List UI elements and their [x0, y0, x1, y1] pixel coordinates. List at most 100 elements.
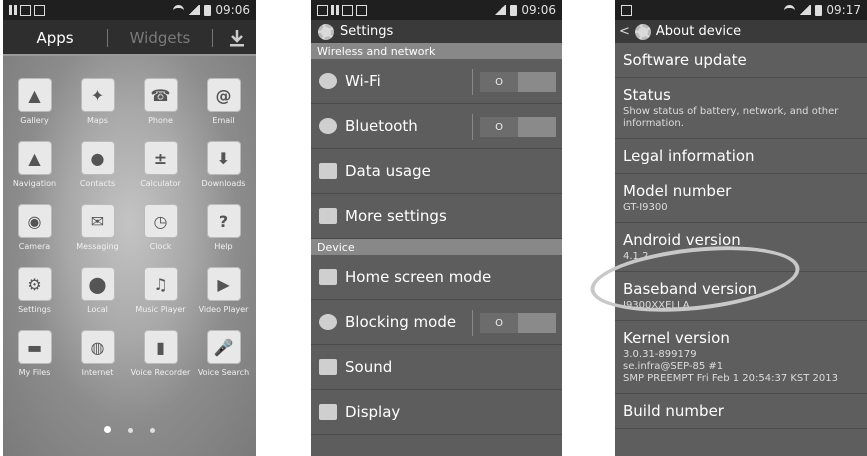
settings-item-more-settings[interactable]: More settings: [311, 194, 562, 239]
about-item-title: Status: [623, 86, 671, 104]
app-camera[interactable]: ◉ Camera: [3, 204, 66, 251]
app-gallery[interactable]: ▲ Gallery: [3, 78, 66, 125]
settings-item-label: Display: [345, 403, 401, 421]
sound-icon: [319, 359, 337, 375]
app-label: Settings: [18, 305, 51, 314]
app-label: Maps: [86, 116, 109, 125]
tab-apps[interactable]: Apps: [3, 29, 107, 47]
app-label: Music Player: [135, 305, 186, 314]
app-phone[interactable]: ☎ Phone: [129, 78, 192, 125]
app-navigation[interactable]: ▲ Navigation: [3, 141, 66, 188]
app-label: Downloads: [201, 179, 246, 188]
page-title: About device: [655, 24, 742, 39]
app-voice-recorder[interactable]: ▮ Voice Recorder: [129, 330, 192, 377]
bluetooth-icon: [319, 118, 337, 134]
camera-icon: ◉: [17, 204, 52, 238]
voice-search-icon: 🎤: [206, 330, 241, 364]
section-wireless: Wireless and network: [311, 43, 562, 59]
app-messaging[interactable]: ✉ Messaging: [66, 204, 129, 251]
settings-item-data-usage[interactable]: Data usage: [311, 149, 562, 194]
app-settings[interactable]: ⚙ Settings: [3, 267, 66, 314]
signal-icon: [494, 5, 507, 15]
wifi-toggle[interactable]: O: [472, 69, 556, 95]
settings-item-home-screen-mode[interactable]: Home screen mode: [311, 255, 562, 300]
app-music-player[interactable]: ♫ Music Player: [129, 267, 192, 314]
app-label: Navigation: [12, 179, 57, 188]
pause-icon: [331, 5, 339, 15]
signal-icon: [799, 5, 812, 15]
app-clock[interactable]: ◷ Clock: [129, 204, 192, 251]
app-help[interactable]: ? Help: [192, 204, 255, 251]
settings-item-display[interactable]: Display: [311, 390, 562, 435]
about-device-screen: 09:17 < About device Software update Stat…: [615, 0, 867, 456]
back-chevron-icon[interactable]: <: [619, 24, 630, 39]
screenshot-icon: [621, 4, 632, 16]
tab-widgets[interactable]: Widgets: [108, 29, 212, 47]
settings-item-blocking-mode[interactable]: Blocking mode O: [311, 300, 562, 345]
app-label: Internet: [81, 368, 114, 377]
app-email[interactable]: @ Email: [192, 78, 255, 125]
app-video-player[interactable]: ▶ Video Player: [192, 267, 255, 314]
app-label: Contacts: [79, 179, 116, 188]
bluetooth-toggle[interactable]: O: [472, 114, 556, 140]
app-label: Clock: [149, 242, 172, 251]
app-grid-background: ▲ Gallery ✦ Maps ☎ Phone @ Email ▲ Navigation ● Con…: [3, 56, 256, 456]
app-label: Help: [214, 242, 233, 251]
my-files-icon: ▬: [17, 330, 52, 364]
settings-item-bluetooth[interactable]: Bluetooth O: [311, 104, 562, 149]
blocking-mode-toggle[interactable]: O: [472, 310, 556, 336]
app-label: Phone: [148, 116, 173, 125]
app-calculator[interactable]: ± Calculator: [129, 141, 192, 188]
app-label: Messaging: [76, 242, 119, 251]
app-my-files[interactable]: ▬ My Files: [3, 330, 66, 377]
notification-icon: [342, 4, 353, 16]
settings-header: Settings: [311, 20, 562, 43]
settings-item-sound[interactable]: Sound: [311, 345, 562, 390]
app-label: Gallery: [20, 116, 49, 125]
page-indicator: [3, 418, 256, 437]
page-dot-current[interactable]: [103, 426, 111, 433]
about-item[interactable]: Status Show status of battery, network, a…: [615, 78, 867, 139]
navigation-icon: ▲: [17, 141, 52, 175]
app-contacts[interactable]: ● Contacts: [66, 141, 129, 188]
downloads-icon: ⬇: [206, 141, 241, 175]
app-label: Local: [87, 305, 108, 314]
wifi-icon: [784, 4, 796, 16]
about-item[interactable]: Build number: [615, 394, 867, 429]
settings-item-wifi[interactable]: Wi-Fi O: [311, 59, 562, 104]
app-voice-search[interactable]: 🎤 Voice Search: [192, 330, 255, 377]
settings-item-label: Sound: [345, 358, 393, 376]
about-item[interactable]: Model number GT-I9300: [615, 174, 867, 223]
about-item[interactable]: Kernel version 3.0.31-899179 se.infra@SEP…: [615, 321, 867, 394]
app-internet[interactable]: ◍ Internet: [66, 330, 129, 377]
voice-recorder-icon: ▮: [143, 330, 178, 364]
app-downloads[interactable]: ⬇ Downloads: [192, 141, 255, 188]
app-local[interactable]: ⬤ Local: [66, 267, 129, 314]
app-label: My Files: [18, 368, 51, 377]
display-icon: [319, 404, 337, 420]
about-item[interactable]: Legal information: [615, 139, 867, 174]
about-item-title: Software update: [623, 51, 747, 69]
gallery-icon: ▲: [17, 78, 52, 112]
contacts-icon: ●: [80, 141, 115, 175]
about-item-title: Legal information: [623, 147, 755, 165]
about-header[interactable]: < About device: [615, 20, 867, 43]
more-settings-icon: [319, 208, 337, 224]
app-label: Voice Search: [197, 368, 250, 377]
page-dot[interactable]: [128, 428, 133, 433]
settings-gear-icon: [634, 23, 651, 40]
signal-icon: [188, 5, 201, 15]
blocking-mode-icon: [319, 314, 337, 330]
about-list: Software update Status Show status of batt…: [615, 43, 867, 429]
settings-icon: ⚙: [17, 267, 52, 301]
help-icon: ?: [206, 204, 241, 238]
page-dot[interactable]: [150, 428, 156, 433]
wifi-icon: [173, 4, 185, 16]
page-title: Settings: [340, 24, 394, 39]
video-player-icon: ▶: [206, 267, 241, 301]
app-maps[interactable]: ✦ Maps: [66, 78, 129, 125]
download-icon[interactable]: [228, 28, 246, 48]
about-item[interactable]: Software update: [615, 43, 867, 78]
battery-icon: [204, 4, 212, 16]
clock-time: 09:06: [215, 3, 250, 17]
